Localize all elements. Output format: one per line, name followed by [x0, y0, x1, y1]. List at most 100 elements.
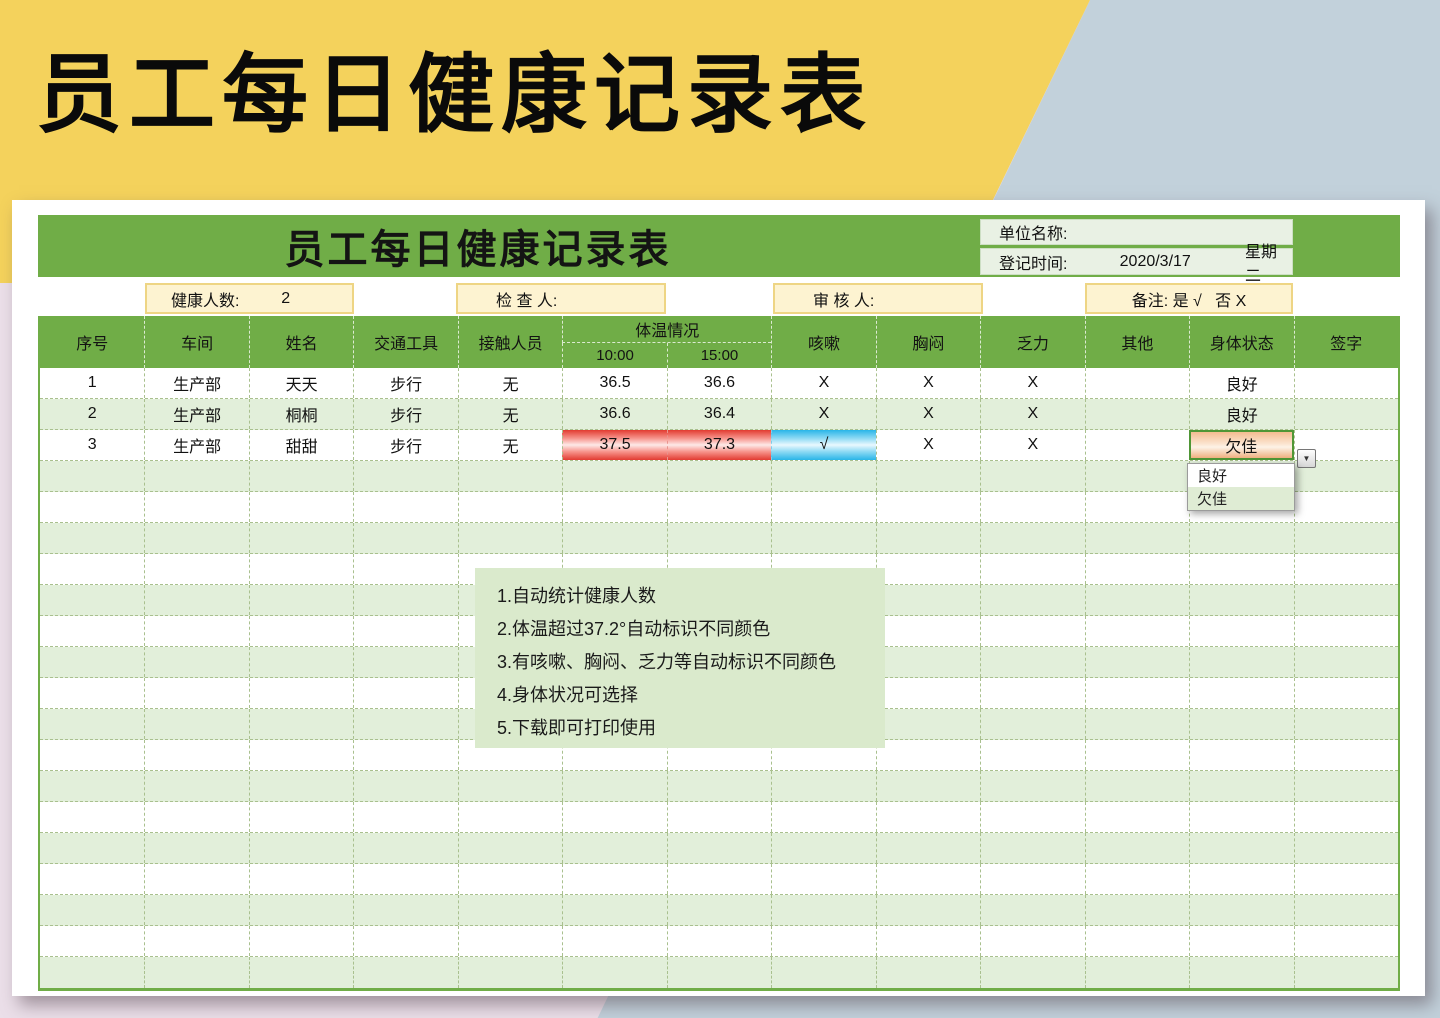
table-cell[interactable]: 欠佳	[1189, 430, 1293, 460]
table-cell[interactable]	[458, 492, 562, 522]
table-cell[interactable]	[771, 833, 875, 863]
table-cell[interactable]	[667, 864, 771, 894]
table-cell[interactable]: 天天	[249, 368, 353, 398]
table-cell[interactable]	[1085, 926, 1189, 956]
table-cell[interactable]	[562, 802, 666, 832]
table-cell[interactable]	[1294, 554, 1398, 584]
table-cell[interactable]	[40, 802, 144, 832]
table-cell[interactable]	[876, 895, 980, 925]
table-cell[interactable]	[1085, 368, 1189, 398]
table-cell[interactable]	[1085, 771, 1189, 801]
table-cell[interactable]	[980, 523, 1084, 553]
reviewer-box[interactable]: 审 核 人:	[773, 283, 983, 314]
table-cell[interactable]	[1294, 678, 1398, 708]
table-cell[interactable]	[980, 461, 1084, 491]
header-cell-fatigue[interactable]: 乏力	[980, 316, 1084, 368]
table-cell[interactable]	[353, 802, 457, 832]
table-cell[interactable]	[1294, 523, 1398, 553]
table-cell[interactable]: 良好	[1189, 399, 1293, 429]
table-cell[interactable]	[458, 957, 562, 988]
table-cell[interactable]	[353, 554, 457, 584]
table-cell[interactable]	[249, 771, 353, 801]
table-cell[interactable]	[353, 833, 457, 863]
table-cell[interactable]	[876, 740, 980, 770]
table-cell[interactable]	[771, 523, 875, 553]
table-cell[interactable]	[40, 864, 144, 894]
table-cell[interactable]	[771, 864, 875, 894]
table-cell[interactable]	[249, 833, 353, 863]
table-cell[interactable]	[40, 709, 144, 739]
table-cell[interactable]: 2	[40, 399, 144, 429]
table-cell[interactable]	[1085, 647, 1189, 677]
table-cell[interactable]	[667, 523, 771, 553]
table-cell[interactable]	[144, 523, 248, 553]
table-cell[interactable]	[144, 554, 248, 584]
header-cell-signature[interactable]: 签字	[1294, 316, 1398, 368]
table-cell[interactable]	[1294, 926, 1398, 956]
table-cell[interactable]	[1189, 895, 1293, 925]
table-cell[interactable]	[144, 864, 248, 894]
table-cell[interactable]	[458, 771, 562, 801]
table-cell[interactable]	[353, 709, 457, 739]
healthy-count-box[interactable]: 健康人数: 2	[145, 283, 354, 314]
table-cell[interactable]: 1	[40, 368, 144, 398]
table-cell[interactable]	[1294, 399, 1398, 429]
table-cell[interactable]	[1189, 647, 1293, 677]
table-cell[interactable]	[562, 864, 666, 894]
table-cell[interactable]	[980, 864, 1084, 894]
table-cell[interactable]	[876, 957, 980, 988]
table-cell[interactable]	[144, 957, 248, 988]
table-cell[interactable]: X	[980, 399, 1084, 429]
table-cell[interactable]	[144, 771, 248, 801]
table-cell[interactable]	[40, 554, 144, 584]
table-cell[interactable]: 36.4	[667, 399, 771, 429]
table-cell[interactable]	[876, 461, 980, 491]
table-cell[interactable]	[144, 802, 248, 832]
table-cell[interactable]	[980, 647, 1084, 677]
table-cell[interactable]	[667, 926, 771, 956]
table-cell[interactable]	[1189, 585, 1293, 615]
table-cell[interactable]	[144, 709, 248, 739]
table-cell[interactable]	[876, 678, 980, 708]
table-cell[interactable]	[1085, 461, 1189, 491]
table-cell[interactable]	[458, 864, 562, 894]
table-cell[interactable]	[562, 461, 666, 491]
table-cell[interactable]	[876, 554, 980, 584]
table-cell[interactable]	[249, 461, 353, 491]
table-cell[interactable]	[876, 771, 980, 801]
table-cell[interactable]: 步行	[353, 399, 457, 429]
table-cell[interactable]	[667, 802, 771, 832]
table-cell[interactable]	[1085, 678, 1189, 708]
table-cell[interactable]: X	[876, 430, 980, 460]
table-cell[interactable]	[876, 802, 980, 832]
table-cell[interactable]: X	[771, 399, 875, 429]
table-cell[interactable]	[876, 926, 980, 956]
table-cell[interactable]	[144, 585, 248, 615]
table-cell[interactable]	[667, 492, 771, 522]
table-cell[interactable]	[353, 957, 457, 988]
table-cell[interactable]	[980, 554, 1084, 584]
table-cell[interactable]	[353, 647, 457, 677]
table-cell[interactable]: X	[771, 368, 875, 398]
table-cell[interactable]	[40, 771, 144, 801]
table-cell[interactable]: 生产部	[144, 399, 248, 429]
table-cell[interactable]	[144, 926, 248, 956]
table-cell[interactable]: 无	[458, 399, 562, 429]
table-cell[interactable]	[771, 461, 875, 491]
table-cell[interactable]	[980, 709, 1084, 739]
table-cell[interactable]	[353, 616, 457, 646]
table-cell[interactable]: 36.6	[562, 399, 666, 429]
dropdown-arrow-button[interactable]: ▼	[1297, 449, 1316, 468]
table-cell[interactable]: √	[771, 430, 875, 460]
table-cell[interactable]	[1294, 492, 1398, 522]
table-cell[interactable]	[353, 740, 457, 770]
table-cell[interactable]	[980, 678, 1084, 708]
header-cell-temperature[interactable]: 体温情况	[562, 316, 771, 343]
table-cell[interactable]	[1294, 957, 1398, 988]
table-cell[interactable]: X	[876, 399, 980, 429]
table-cell[interactable]	[1294, 802, 1398, 832]
table-cell[interactable]	[1085, 430, 1189, 460]
table-cell[interactable]	[353, 585, 457, 615]
table-cell[interactable]	[40, 833, 144, 863]
header-cell-status[interactable]: 身体状态	[1189, 316, 1293, 368]
